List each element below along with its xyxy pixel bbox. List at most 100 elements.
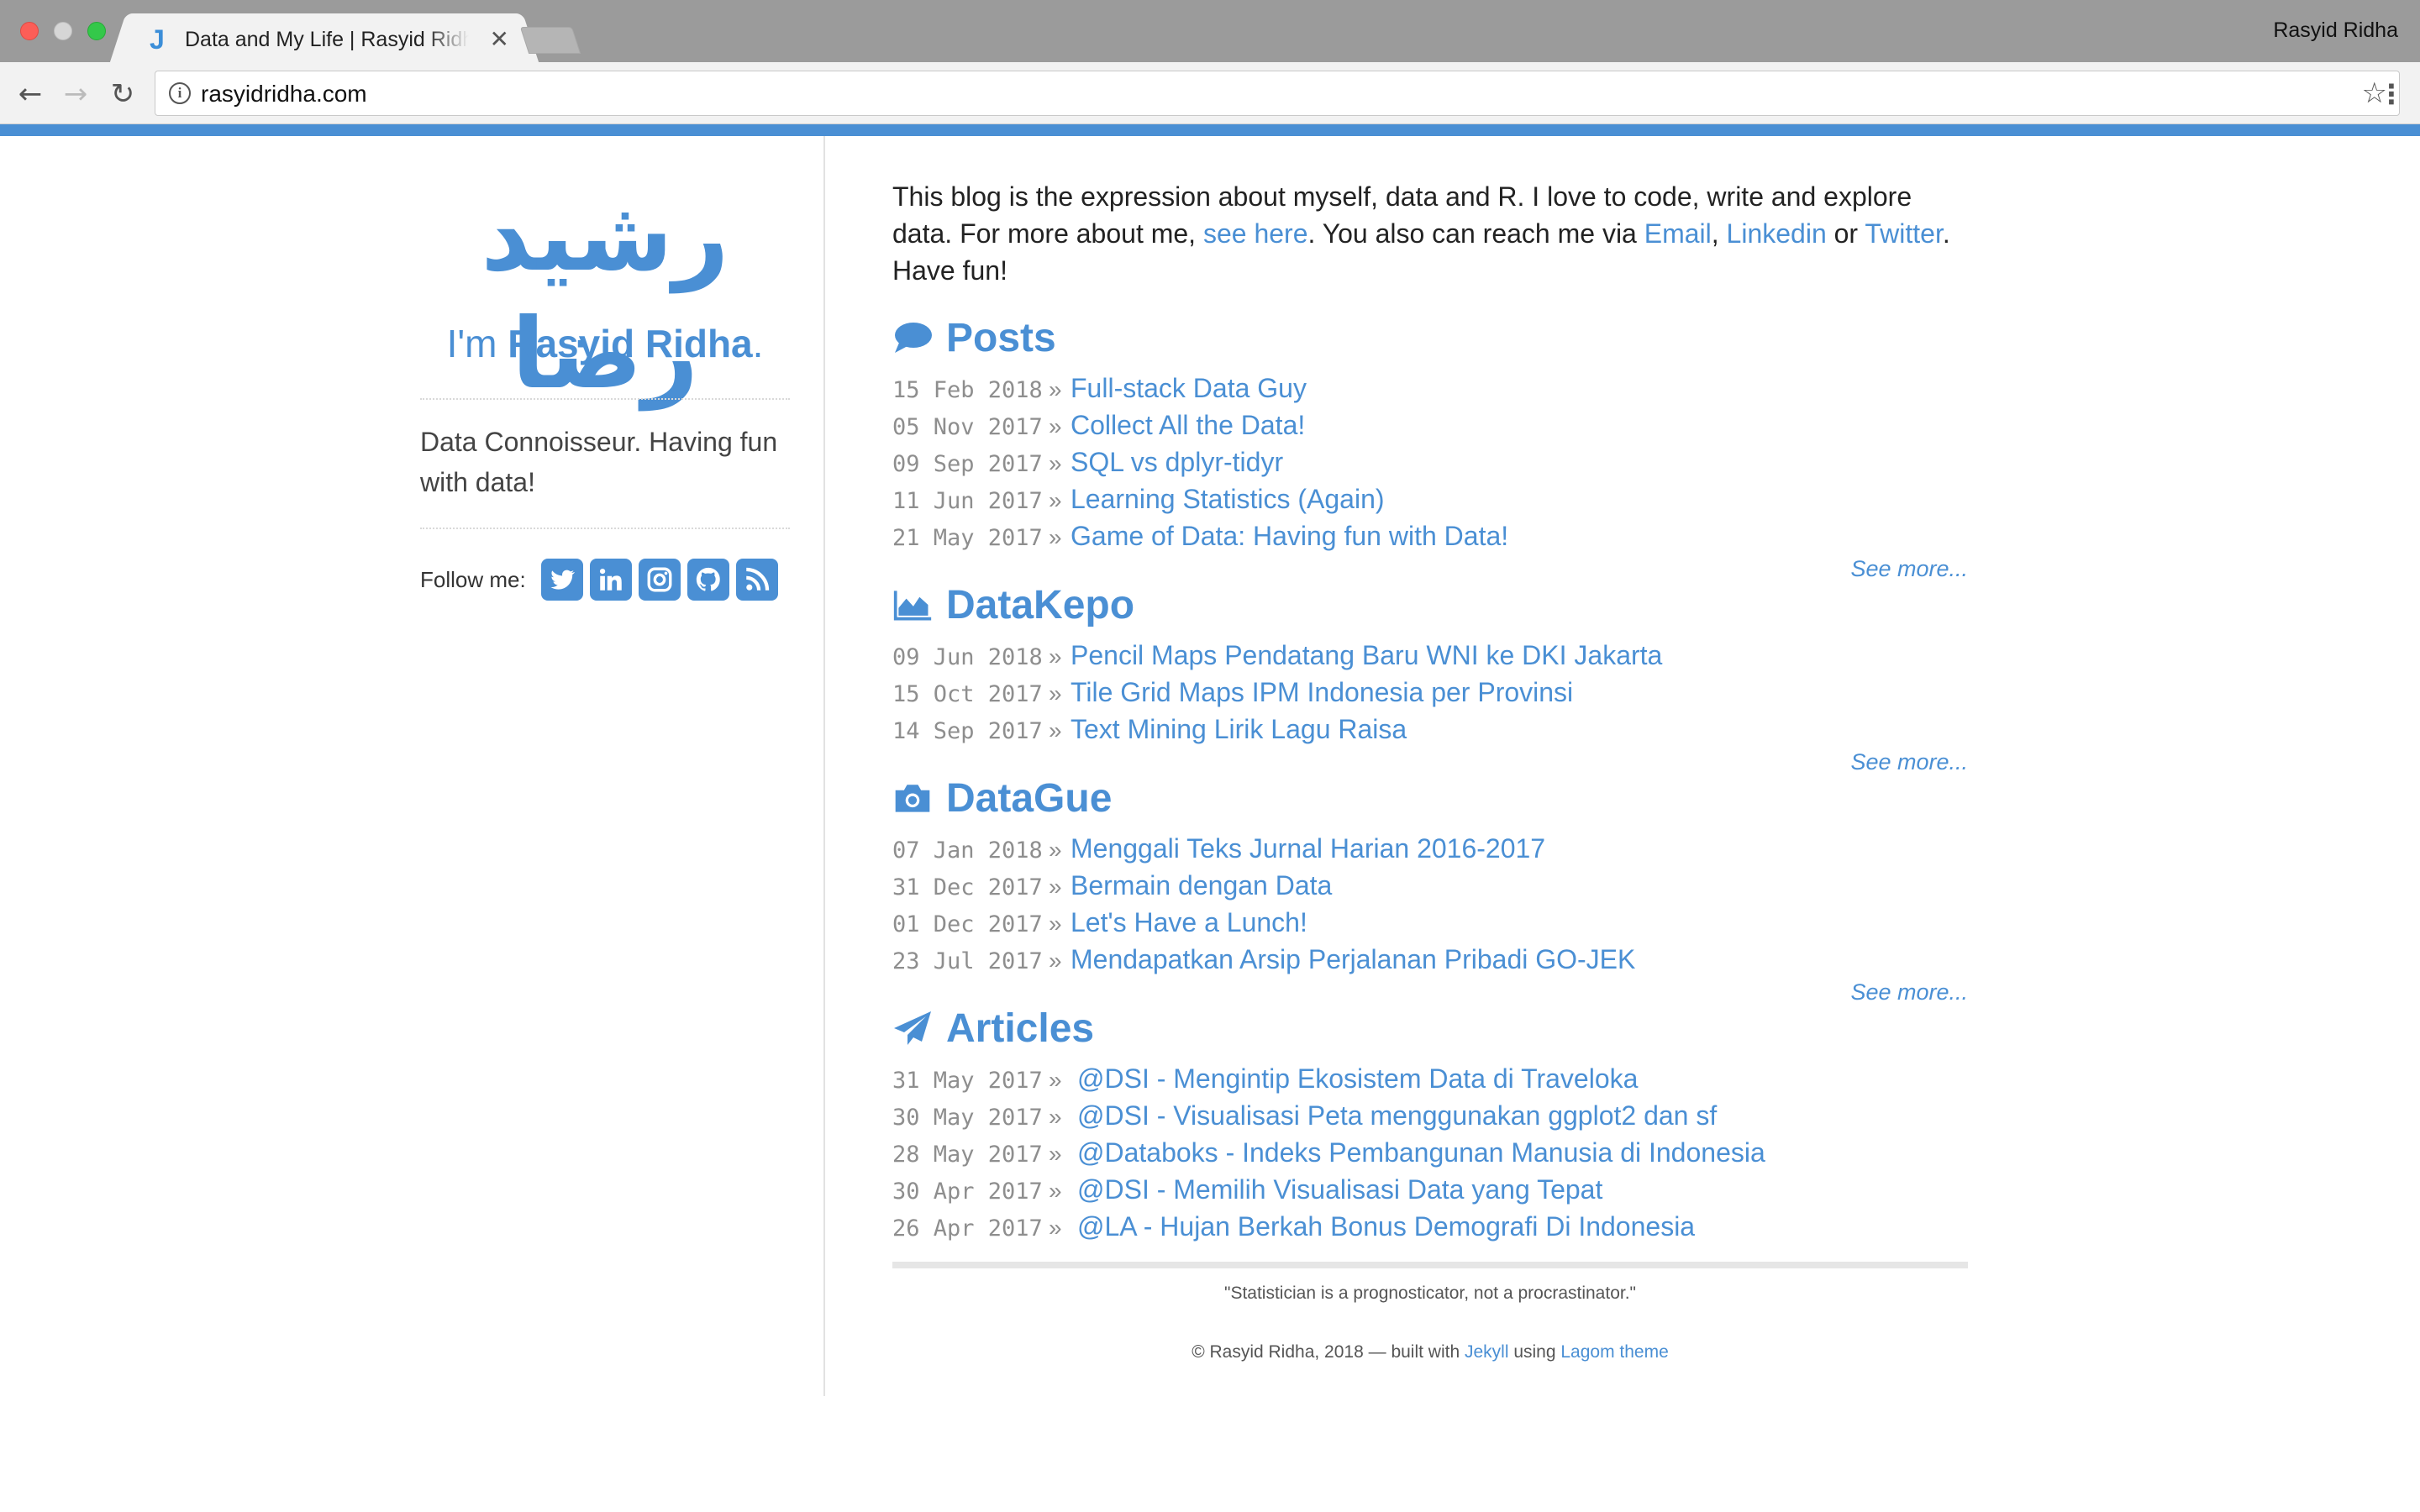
url-text[interactable]: rasyidridha.com [201, 80, 367, 108]
theme-link[interactable]: Lagom theme [1560, 1342, 1668, 1362]
kebab-menu-icon[interactable]: ⋮ [2378, 79, 2405, 109]
post-link[interactable]: Bermain dengan Data [1071, 870, 1332, 901]
separator: » [1049, 450, 1062, 476]
post-date: 11 Jun 2017 [892, 488, 1043, 514]
back-arrow-icon[interactable]: ← [13, 77, 47, 111]
separator: » [1049, 948, 1062, 974]
post-link[interactable]: Game of Data: Having fun with Data! [1071, 521, 1508, 552]
see-more-link[interactable]: See more... [1850, 979, 1968, 1005]
separator: » [1049, 1067, 1062, 1093]
post-link[interactable]: Let's Have a Lunch! [1071, 907, 1307, 938]
post-date: 14 Sep 2017 [892, 718, 1043, 744]
browser-toolbar: ← → ↻ i rasyidridha.com ☆ ⋮ [0, 62, 2420, 124]
post-date: 31 May 2017 [892, 1068, 1043, 1094]
email-link[interactable]: Email [1644, 218, 1712, 249]
post-link[interactable]: @DSI - Mengintip Ekosistem Data di Trave… [1077, 1063, 1638, 1095]
profile-name[interactable]: Rasyid Ridha [2273, 18, 2398, 43]
section-title[interactable]: DataKepo [946, 582, 1134, 628]
twitter-icon[interactable] [540, 559, 583, 601]
post-date: 15 Oct 2017 [892, 681, 1043, 707]
separator: » [1049, 1141, 1062, 1167]
logo[interactable]: رشيد رضا [420, 178, 790, 413]
github-icon[interactable] [687, 559, 729, 601]
post-link[interactable]: @DSI - Memilih Visualisasi Data yang Tep… [1077, 1174, 1602, 1205]
post-link[interactable]: Learning Statistics (Again) [1071, 484, 1385, 515]
post-row: 21 May 2017» Game of Data: Having fun wit… [892, 521, 1968, 558]
maximize-window-button[interactable] [87, 22, 106, 40]
post-date: 23 Jul 2017 [892, 948, 1043, 974]
post-link[interactable]: Tile Grid Maps IPM Indonesia per Provins… [1071, 677, 1573, 708]
rss-icon[interactable] [735, 559, 778, 601]
datague-section: DataGue 07 Jan 2018» Menggali Teks Jurnal… [892, 773, 1968, 1005]
area-chart-icon [893, 591, 932, 621]
intro-blurb: This blog is the expression about myself… [892, 178, 1968, 289]
section-heading: DataKepo [892, 580, 1968, 630]
close-window-button[interactable] [20, 22, 39, 40]
tab-title: Data and My Life | Rasyid Ridha [185, 28, 469, 51]
post-link[interactable]: @Databoks - Indeks Pembangunan Manusia d… [1077, 1137, 1765, 1168]
articles-section: Articles 31 May 2017» @DSI - Mengintip Ek… [892, 1003, 1968, 1248]
section-title[interactable]: Posts [946, 315, 1056, 361]
intro-suffix: . [752, 322, 764, 365]
see-more-link[interactable]: See more... [1850, 556, 1968, 582]
jekyll-link[interactable]: Jekyll [1465, 1342, 1509, 1362]
post-row: 15 Feb 2018» Full-stack Data Guy [892, 373, 1968, 410]
post-date: 15 Feb 2018 [892, 377, 1043, 403]
post-row: 14 Sep 2017» Text Mining Lirik Lagu Raisa [892, 714, 1968, 751]
footer-copyright: © Rasyid Ridha, 2018 — built with Jekyll… [892, 1342, 1968, 1362]
section-title[interactable]: DataGue [946, 775, 1112, 822]
post-row: 23 Jul 2017» Mendapatkan Arsip Perjalanan… [892, 944, 1968, 981]
section-title[interactable]: Articles [946, 1005, 1094, 1052]
forward-arrow-icon[interactable]: → [59, 77, 92, 111]
separator: » [1049, 376, 1062, 402]
linkedin-link[interactable]: Linkedin [1727, 218, 1827, 249]
post-link[interactable]: Pencil Maps Pendatang Baru WNI ke DKI Ja… [1071, 640, 1662, 671]
footer-quote: "Statistician is a prognosticator, not a… [1224, 1284, 1636, 1303]
blurb-text: or [1826, 218, 1865, 249]
separator: » [1049, 1215, 1062, 1241]
minimize-window-button[interactable] [54, 22, 72, 40]
new-tab-button[interactable] [519, 27, 581, 54]
separator: » [1049, 717, 1062, 743]
post-row: 31 Dec 2017» Bermain dengan Data [892, 870, 1968, 907]
post-link[interactable]: Menggali Teks Jurnal Harian 2016-2017 [1071, 833, 1545, 864]
post-date: 09 Jun 2018 [892, 644, 1043, 670]
comment-icon [895, 323, 932, 353]
reload-icon[interactable]: ↻ [106, 77, 139, 111]
see-more-link[interactable]: See more... [1850, 749, 1968, 775]
separator: » [1049, 911, 1062, 937]
post-date: 26 Apr 2017 [892, 1215, 1043, 1242]
favicon-icon: J [150, 24, 165, 55]
post-row: 07 Jan 2018» Menggali Teks Jurnal Harian … [892, 833, 1968, 870]
post-link[interactable]: @LA - Hujan Berkah Bonus Demografi Di In… [1077, 1211, 1695, 1242]
see-here-link[interactable]: see here [1203, 218, 1308, 249]
post-link[interactable]: Text Mining Lirik Lagu Raisa [1071, 714, 1407, 745]
follow-label: Follow me: [420, 566, 526, 592]
post-list: 09 Jun 2018 » Pencil Maps Pendatang Baru W… [892, 640, 1968, 751]
post-link[interactable]: Mendapatkan Arsip Perjalanan Pribadi GO-… [1071, 944, 1635, 975]
instagram-icon[interactable] [638, 559, 681, 601]
post-date: 01 Dec 2017 [892, 911, 1043, 937]
follow-row: Follow me: [420, 556, 785, 603]
post-row: 09 Sep 2017» SQL vs dplyr-tidyr [892, 447, 1968, 484]
browser-tab[interactable]: J Data and My Life | Rasyid Ridha ✕ [128, 13, 521, 64]
browser-titlebar: J Data and My Life | Rasyid Ridha ✕ Rasy… [0, 0, 2420, 64]
camera-icon [895, 785, 930, 812]
post-row: 30 May 2017» @DSI - Visualisasi Peta meng… [892, 1100, 1968, 1137]
separator: » [1049, 487, 1062, 513]
post-link[interactable]: Collect All the Data! [1071, 410, 1305, 441]
copyright-text: © Rasyid Ridha, 2018 — built with [1192, 1342, 1465, 1362]
post-link[interactable]: @DSI - Visualisasi Peta menggunakan ggpl… [1077, 1100, 1717, 1131]
address-bar[interactable]: i rasyidridha.com ☆ [155, 71, 2400, 116]
separator: » [1049, 874, 1062, 900]
twitter-link[interactable]: Twitter [1865, 218, 1942, 249]
intro-prefix: I'm [446, 322, 508, 365]
section-heading: Articles [892, 1003, 1968, 1053]
top-accent-bar [0, 124, 2420, 136]
close-icon[interactable]: ✕ [490, 25, 509, 54]
linkedin-icon[interactable] [589, 559, 632, 601]
info-icon[interactable]: i [169, 82, 191, 104]
post-link[interactable]: Full-stack Data Guy [1071, 373, 1307, 404]
post-link[interactable]: SQL vs dplyr-tidyr [1071, 447, 1283, 478]
post-row: 28 May 2017» @Databoks - Indeks Pembangun… [892, 1137, 1968, 1174]
